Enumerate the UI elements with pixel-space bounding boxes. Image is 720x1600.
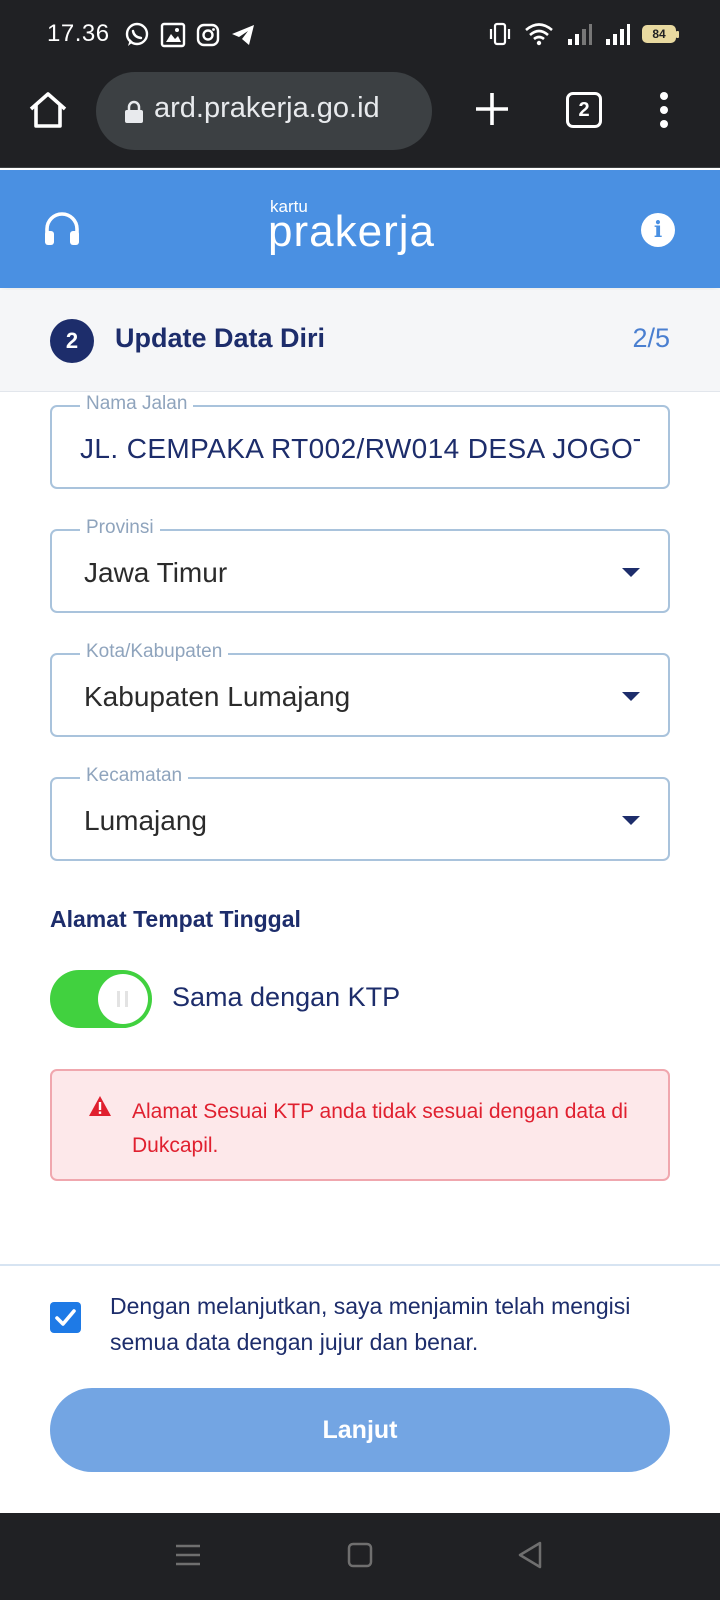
- system-status-icons: 84: [488, 22, 679, 46]
- warning-icon: [89, 1096, 111, 1116]
- home-icon[interactable]: [26, 88, 70, 132]
- chevron-down-icon: [622, 568, 640, 577]
- info-icon[interactable]: i: [641, 213, 675, 247]
- checkmark-icon: [55, 1309, 76, 1326]
- battery-icon: 84: [642, 25, 679, 43]
- error-alert: Alamat Sesuai KTP anda tidak sesuai deng…: [50, 1069, 670, 1181]
- step-indicator: 2 Update Data Diri 2/5: [0, 290, 720, 392]
- residence-section-title: Alamat Tempat Tinggal: [50, 906, 301, 932]
- headset-icon[interactable]: [42, 210, 82, 250]
- district-value: Lumajang: [84, 805, 207, 836]
- signal-icon: [606, 24, 630, 45]
- status-bar: 17.36 84: [0, 0, 720, 70]
- street-input[interactable]: JL. CEMPAKA RT002/RW014 DESA JOGOTR: [80, 433, 640, 465]
- vibrate-icon: [489, 22, 511, 46]
- chevron-down-icon: [622, 692, 640, 701]
- new-tab-icon[interactable]: [470, 87, 514, 131]
- step-progress: 2/5: [632, 323, 670, 353]
- continue-button[interactable]: Lanjut: [50, 1388, 670, 1472]
- province-label: Provinsi: [80, 517, 160, 539]
- instagram-icon: [196, 23, 220, 47]
- step-title: Update Data Diri: [115, 323, 326, 353]
- app-header: kartu prakerja i: [0, 170, 720, 288]
- browser-toolbar: ard.prakerja.go.id 2: [0, 70, 720, 168]
- district-select[interactable]: Kecamatan Lumajang: [50, 765, 670, 861]
- menu-icon[interactable]: [174, 1541, 202, 1569]
- notification-icons: [124, 22, 256, 48]
- gallery-icon: [160, 22, 186, 48]
- divider: [0, 1264, 720, 1266]
- city-select[interactable]: Kota/Kabupaten Kabupaten Lumajang: [50, 641, 670, 737]
- district-label: Kecamatan: [80, 765, 189, 787]
- system-nav-bar: [0, 1513, 720, 1600]
- province-value: Jawa Timur: [84, 557, 228, 588]
- toggle-label: Sama dengan KTP: [172, 982, 401, 1012]
- prakerja-logo: kartu prakerja: [268, 197, 435, 256]
- logo-main-text: prakerja: [268, 207, 435, 256]
- more-menu-icon[interactable]: [652, 90, 676, 130]
- province-select[interactable]: Provinsi Jawa Timur: [50, 517, 670, 613]
- city-value: Kabupaten Lumajang: [84, 681, 351, 712]
- recent-apps-icon[interactable]: [346, 1541, 374, 1569]
- telegram-icon: [232, 25, 254, 45]
- wifi-icon: [525, 23, 553, 46]
- tab-switcher-button[interactable]: 2: [566, 92, 602, 128]
- consent-text: Dengan melanjutkan, saya menjamin telah …: [110, 1293, 631, 1355]
- same-as-ktp-toggle[interactable]: [50, 970, 152, 1028]
- chevron-down-icon: [622, 816, 640, 825]
- signal-weak-icon: [568, 24, 592, 45]
- step-number: 2: [50, 319, 94, 363]
- status-time: 17.36: [47, 20, 110, 47]
- street-field[interactable]: Nama Jalan JL. CEMPAKA RT002/RW014 DESA …: [50, 393, 670, 489]
- lock-icon: [125, 100, 143, 123]
- whatsapp-icon: [125, 22, 149, 46]
- consent-checkbox[interactable]: [50, 1302, 81, 1333]
- back-icon[interactable]: [516, 1541, 544, 1569]
- alert-message: Alamat Sesuai KTP anda tidak sesuai deng…: [132, 1100, 628, 1157]
- street-label: Nama Jalan: [80, 393, 194, 415]
- url-text: ard.prakerja.go.id: [154, 92, 380, 124]
- toggle-knob: [98, 974, 148, 1024]
- address-bar[interactable]: ard.prakerja.go.id: [96, 72, 432, 150]
- city-label: Kota/Kabupaten: [80, 641, 229, 663]
